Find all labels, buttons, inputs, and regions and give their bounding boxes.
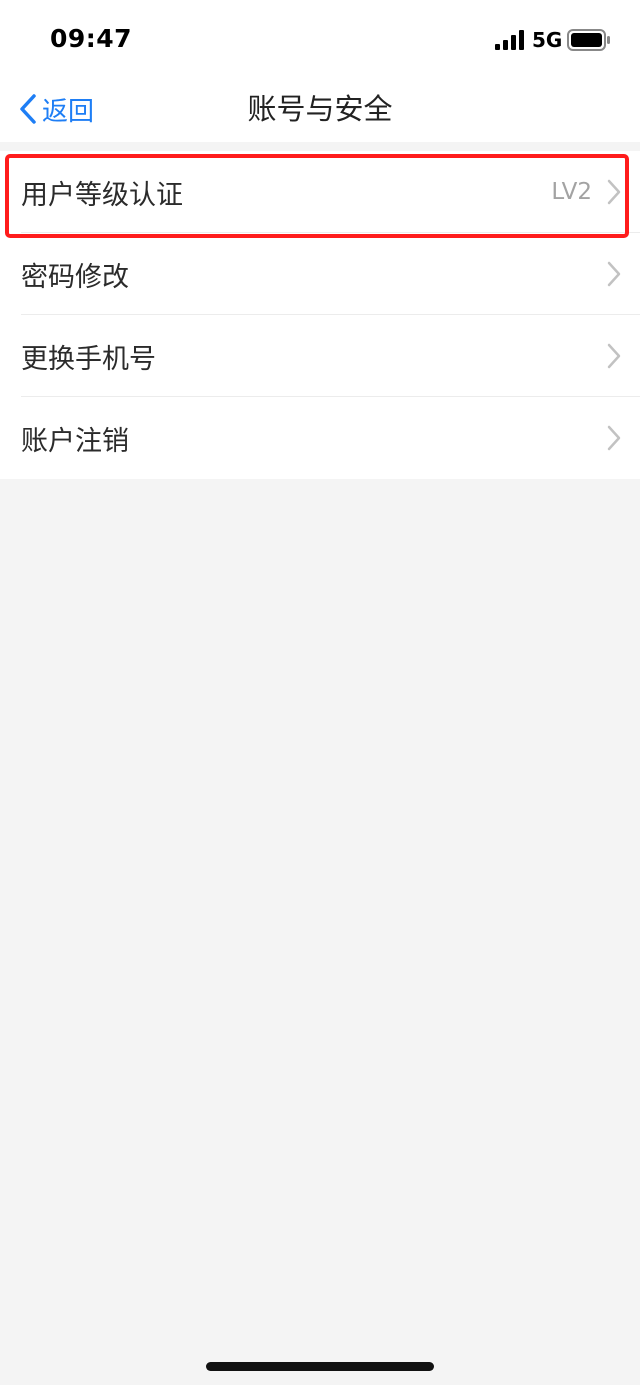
list-item-label: 密码修改 [21, 261, 129, 293]
page-title: 账号与安全 [247, 92, 393, 126]
list-item-label: 账户注销 [21, 425, 129, 457]
list-item-label: 更换手机号 [21, 343, 156, 375]
battery-icon [567, 29, 610, 51]
chevron-right-icon [607, 179, 621, 205]
list-item-delete-account[interactable]: 账户注销 [0, 397, 640, 479]
user-level-value: LV2 [551, 179, 592, 205]
network-type: 5G [532, 28, 563, 52]
signal-bars-icon [495, 30, 524, 50]
settings-list: 用户等级认证 LV2 密码修改 更换手机号 账户注销 [0, 151, 640, 479]
chevron-right-icon [607, 425, 621, 451]
list-item-change-password[interactable]: 密码修改 [0, 233, 640, 315]
navigation-bar: 返回 账号与安全 [0, 76, 640, 142]
status-time: 09:47 [50, 24, 133, 53]
status-bar: 09:47 5G [0, 0, 640, 76]
list-item-change-phone[interactable]: 更换手机号 [0, 315, 640, 397]
chevron-right-icon [607, 261, 621, 287]
list-item-user-level-verification[interactable]: 用户等级认证 LV2 [0, 151, 640, 233]
list-item-label: 用户等级认证 [21, 179, 183, 211]
home-indicator[interactable] [206, 1362, 434, 1371]
chevron-right-icon [607, 343, 621, 369]
